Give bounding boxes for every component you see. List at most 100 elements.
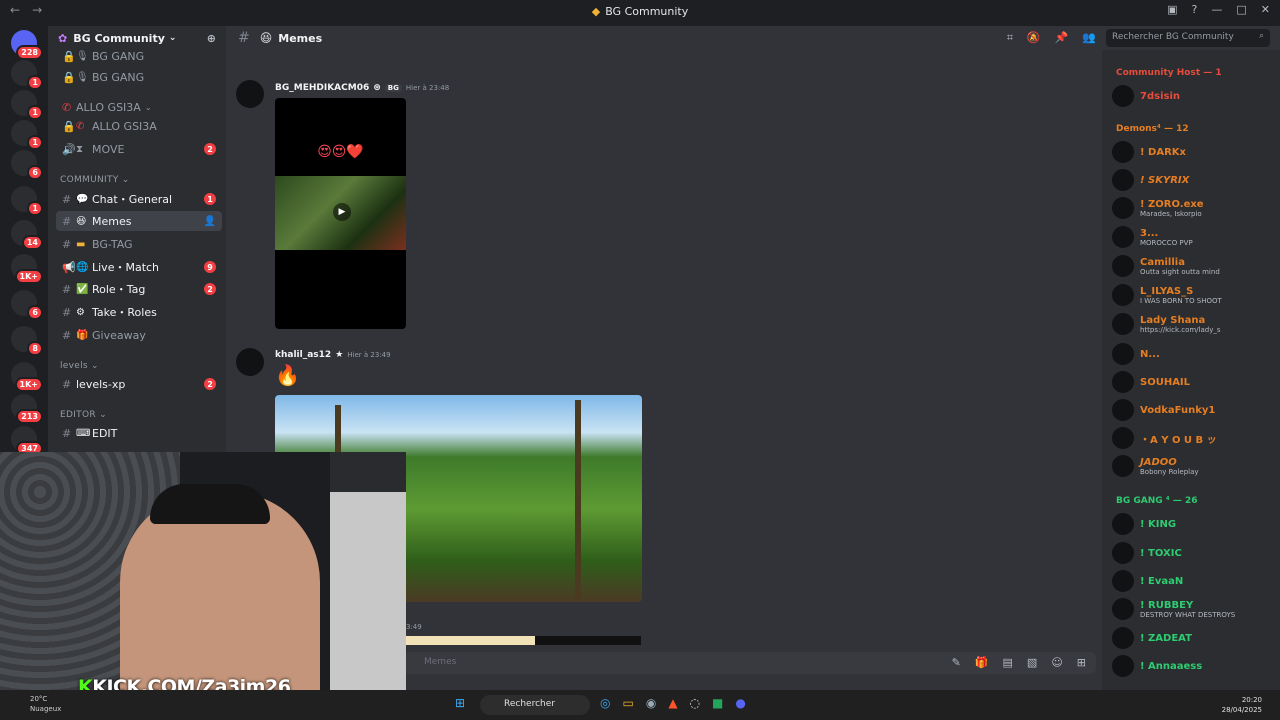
minimize-button[interactable]: — [1211, 3, 1222, 16]
video-attachment[interactable]: 😍😍❤️ ▶ [275, 98, 406, 329]
channel-levels-xp[interactable]: # levels-xp 2 [56, 374, 222, 394]
brave-icon[interactable]: ▲ [668, 696, 677, 710]
author-name[interactable]: BG_MEHDIKACM06 [275, 83, 369, 93]
server-icon[interactable]: 1 [11, 120, 43, 150]
member-item[interactable]: Camillia Outta sight outta mind [1112, 254, 1276, 278]
boost-icon[interactable]: ✎ [952, 656, 961, 669]
channel-edit[interactable]: # ⌨ EDIT [56, 423, 222, 443]
member-item[interactable]: VodkaFunky1 [1112, 398, 1276, 422]
home-button[interactable]: 228 [11, 30, 43, 60]
category-levels[interactable]: levels ⌄ [60, 361, 99, 371]
member-item[interactable]: ! RUBBEY DESTROY WHAT DESTROYS [1112, 597, 1276, 621]
server-icon[interactable]: 14 [11, 220, 43, 250]
close-button[interactable]: ✕ [1261, 3, 1270, 16]
discord-icon[interactable]: ● [735, 696, 745, 710]
member-item[interactable]: ! SKYRIX [1112, 168, 1276, 192]
server-icon[interactable]: 8 [11, 326, 43, 356]
member-item[interactable]: ! ZADEAT [1112, 626, 1276, 650]
apps-icon[interactable]: ⊞ [1077, 656, 1086, 669]
member-item[interactable]: ! ZORO.exe Marades, Iskorpio [1112, 196, 1276, 220]
invite-icon[interactable]: 👤 [204, 216, 216, 227]
channel-allo-gsi3a[interactable]: 🔒 ✆ ALLO GSI3A [56, 116, 222, 136]
member-item[interactable]: ! EvaaN [1112, 569, 1276, 593]
server-icon[interactable]: 1 [11, 186, 43, 216]
member-item[interactable]: ! DARKx [1112, 140, 1276, 164]
member-item[interactable]: L_ILYAS_S I WAS BORN TO SHOOT [1112, 283, 1276, 307]
category-editor[interactable]: EDITOR ⌄ [60, 410, 107, 420]
member-item[interactable]: 7dsisin [1112, 84, 1276, 108]
member-list-icon[interactable]: 👥 [1082, 31, 1096, 45]
mute-bell-icon[interactable]: 🔕 [1027, 31, 1041, 45]
tag-icon: ▬ [76, 238, 86, 250]
server-icon[interactable]: 6 [11, 150, 43, 180]
channel-bg-tag[interactable]: # ▬ BG-TAG [56, 234, 222, 254]
member-item[interactable]: JADOO Bobony Roleplay [1112, 454, 1276, 478]
back-icon[interactable]: ← [10, 3, 20, 17]
pin-icon[interactable]: 📌 [1055, 31, 1069, 45]
member-status: DESTROY WHAT DESTROYS [1140, 610, 1236, 619]
steam-icon[interactable]: ◉ [646, 696, 656, 710]
channel-role-tag[interactable]: # ✅ Role・Tag 2 [56, 279, 222, 299]
streamer-headphones [150, 484, 270, 524]
title-bar: ← → ◆ BG Community ▣ ? — □ ✕ [0, 0, 1280, 22]
play-icon[interactable]: ▶ [333, 203, 351, 221]
system-clock[interactable]: 20:20 28/04/2025 [1222, 695, 1262, 715]
channel-bg-gang-1[interactable]: 🔒 🎙 BG GANG [56, 46, 222, 66]
taskbar-search[interactable]: Rechercher [480, 695, 590, 715]
sticker-icon[interactable]: ▧ [1027, 656, 1037, 669]
member-item[interactable]: ! KING [1112, 512, 1276, 536]
author-name[interactable]: khalil_as12 [275, 350, 331, 360]
message-input[interactable]: Memes ✎ 🎁 ▤ ▧ ☺ ⊞ [404, 652, 1096, 674]
server-icon[interactable]: 1K+ [11, 362, 43, 392]
avatar [1112, 399, 1134, 421]
server-icon[interactable]: 347 [11, 426, 43, 456]
channel-giveaway[interactable]: # 🎁 Giveaway [56, 325, 222, 345]
obs-icon[interactable]: ◌ [690, 696, 700, 710]
server-icon[interactable]: 1 [11, 60, 43, 90]
file-explorer-icon[interactable]: ▭ [622, 696, 633, 710]
help-icon[interactable]: ? [1192, 3, 1198, 16]
composer-toolbar: ✎ 🎁 ▤ ▧ ☺ ⊞ [952, 656, 1086, 669]
server-icon[interactable]: 6 [11, 290, 43, 320]
forward-icon[interactable]: → [32, 3, 42, 17]
member-item[interactable]: ・A Y O U B ッ [1112, 426, 1276, 450]
search-input[interactable]: Rechercher BG Community ⌕ [1106, 29, 1270, 47]
member-status: https://kick.com/lady_s [1140, 325, 1221, 334]
member-status: MOROCCO PVP [1140, 238, 1193, 247]
category-community[interactable]: COMMUNITY ⌄ [60, 175, 130, 185]
emoji-icon[interactable]: ☺ [1051, 656, 1062, 669]
member-item[interactable]: N... [1112, 342, 1276, 366]
channel-allo-gsi3a-category[interactable]: ✆ ALLO GSI3A ⌄ [56, 97, 222, 117]
member-item[interactable]: SOUHAIL [1112, 370, 1276, 394]
inbox-icon[interactable]: ▣ [1167, 3, 1177, 16]
server-icon[interactable]: 1 [11, 90, 43, 120]
member-item[interactable]: 3... MOROCCO PVP [1112, 225, 1276, 249]
avatar[interactable] [236, 80, 264, 108]
channel-take-roles[interactable]: # ⚙ Take・Roles [56, 302, 222, 322]
member-item[interactable]: ! Annaaess [1112, 654, 1276, 678]
member-item[interactable]: Lady Shana https://kick.com/lady_s [1112, 312, 1276, 336]
server-icon[interactable]: 213 [11, 394, 43, 424]
avatar[interactable] [236, 348, 264, 376]
gif-icon[interactable]: ▤ [1003, 656, 1013, 669]
channel-live-match[interactable]: 📢 🌐 Live・Match 9 [56, 257, 222, 277]
server-icon[interactable]: 1K+ [11, 254, 43, 284]
edge-icon[interactable]: ◎ [600, 696, 610, 710]
channel-memes[interactable]: # 😆 Memes 👤 [56, 211, 222, 231]
weather-widget[interactable]: 20°C Nuageux [30, 694, 61, 714]
channel-move[interactable]: 🔊 ⧗ MOVE 2 [56, 139, 222, 159]
hash-icon: # [62, 214, 72, 228]
windows-start-icon[interactable]: ⊞ [455, 696, 465, 710]
add-member-icon[interactable]: ⊕ [207, 32, 216, 45]
gift-icon[interactable]: 🎁 [975, 656, 989, 669]
palm-trunk [575, 400, 581, 600]
channel-chat-general[interactable]: # 💬 Chat・General 1 [56, 189, 222, 209]
threads-icon[interactable]: ⌗ [1007, 31, 1013, 45]
globe-icon: 🌐 [76, 261, 89, 273]
webcam-overlay [0, 452, 406, 690]
channel-bg-gang-2[interactable]: 🔒 🎙 BG GANG [56, 67, 222, 87]
app-icon[interactable]: ■ [712, 696, 723, 710]
maximize-button[interactable]: □ [1236, 3, 1246, 16]
server-badge: 6 [27, 165, 43, 180]
member-item[interactable]: ! TOXIC [1112, 541, 1276, 565]
